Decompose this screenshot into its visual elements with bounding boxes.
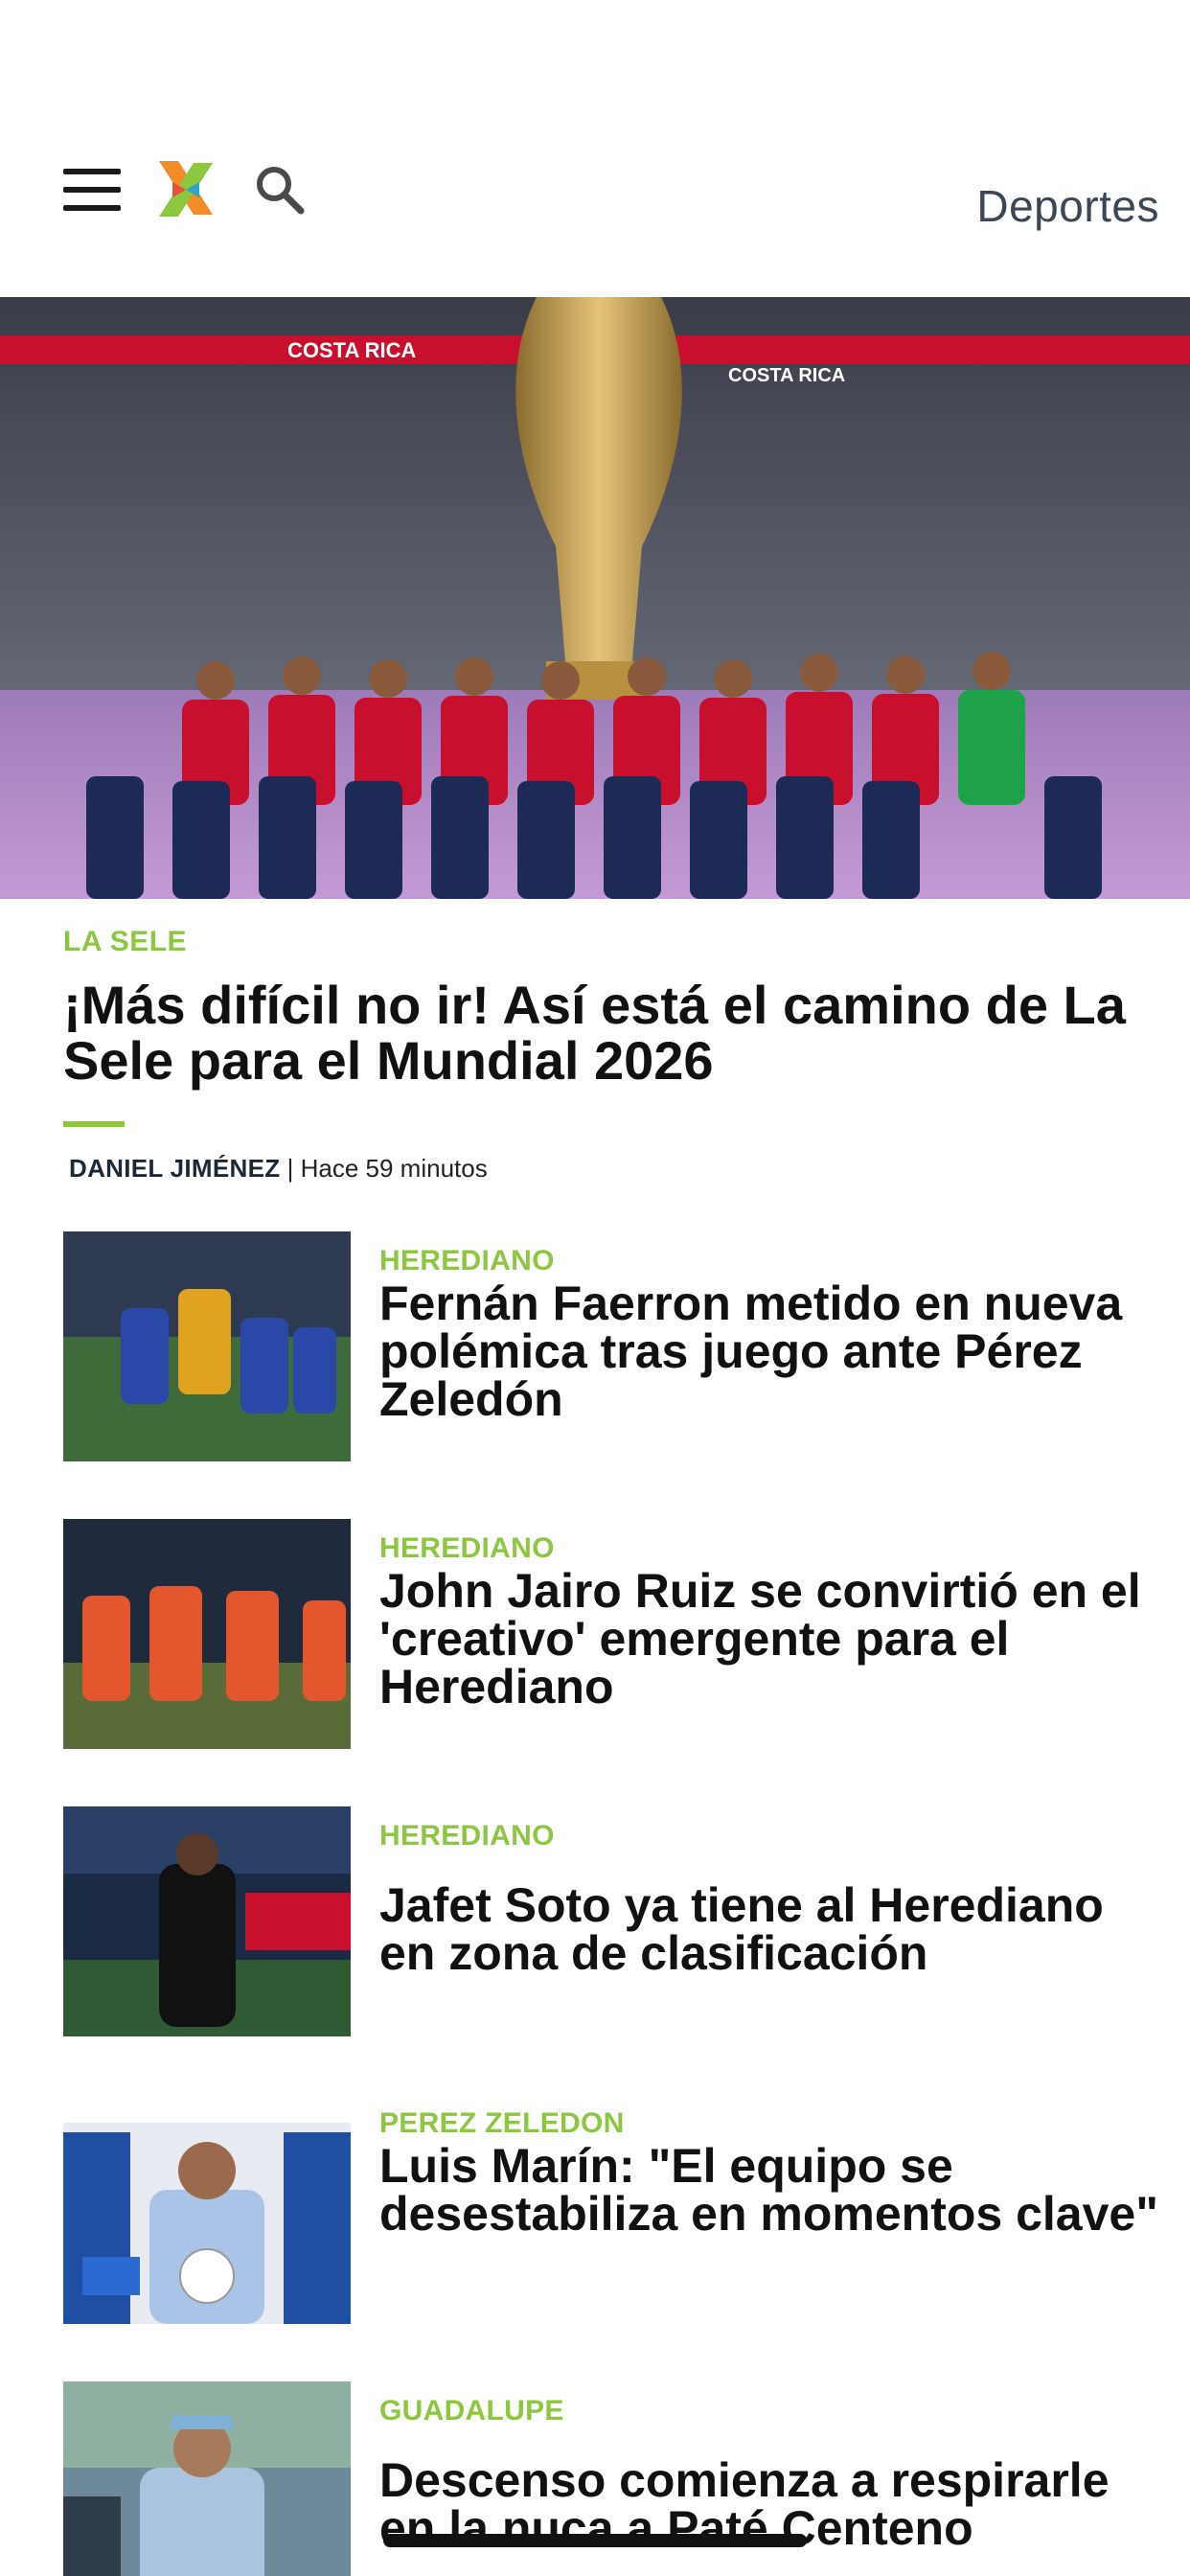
article-category-tag[interactable]: HEREDIANO	[379, 1245, 555, 1277]
article-item[interactable]: HEREDIANO Jafet Soto ya tiene al Heredia…	[63, 1806, 1156, 2036]
article-thumbnail[interactable]	[63, 1231, 351, 1461]
article-thumbnail[interactable]	[63, 2381, 351, 2576]
section-title: Deportes	[976, 181, 1159, 231]
banner-text: COSTA RICA	[287, 338, 417, 362]
publish-time: | Hace 59 minutos	[280, 1154, 488, 1183]
article-headline[interactable]: Fernán Faerron metido en nueva polémica …	[379, 1279, 1165, 1423]
article-item[interactable]: HEREDIANO John Jairo Ruiz se convirtió e…	[63, 1519, 1156, 1749]
search-icon[interactable]	[251, 161, 309, 218]
home-indicator[interactable]	[383, 2534, 807, 2547]
hero-byline: DANIEL JIMÉNEZ | Hace 59 minutos	[69, 1154, 488, 1184]
page: Deportes COSTA RICA COSTA RICA LA SELE ¡…	[0, 0, 1190, 2576]
hero-headline[interactable]: ¡Más difícil no ir! Así está el camino d…	[63, 978, 1146, 1089]
article-thumbnail[interactable]	[63, 1519, 351, 1749]
hero-divider	[63, 1121, 125, 1127]
article-thumbnail[interactable]	[63, 1806, 351, 2036]
article-headline[interactable]: John Jairo Ruiz se convirtió en el 'crea…	[379, 1567, 1165, 1711]
hero-image[interactable]: COSTA RICA COSTA RICA	[0, 297, 1190, 899]
hero-category-tag[interactable]: LA SELE	[63, 926, 187, 958]
article-headline[interactable]: Jafet Soto ya tiene al Herediano en zona…	[379, 1881, 1165, 1977]
article-category-tag[interactable]: GUADALUPE	[379, 2395, 564, 2427]
site-logo[interactable]	[149, 153, 222, 226]
article-item[interactable]: HEREDIANO Fernán Faerron metido en nueva…	[63, 1231, 1156, 1461]
article-headline[interactable]: Luis Marín: "El equipo se desestabiliza …	[379, 2142, 1165, 2238]
author-name[interactable]: DANIEL JIMÉNEZ	[69, 1154, 280, 1183]
hamburger-menu-icon[interactable]	[63, 169, 121, 211]
article-item[interactable]: PEREZ ZELEDON Luis Marín: "El equipo se …	[63, 2094, 1158, 2324]
svg-text:COSTA RICA: COSTA RICA	[728, 365, 845, 386]
article-category-tag[interactable]: HEREDIANO	[379, 1532, 555, 1565]
article-category-tag[interactable]: HEREDIANO	[379, 1820, 555, 1852]
article-thumbnail[interactable]	[63, 2094, 351, 2324]
article-category-tag[interactable]: PEREZ ZELEDON	[379, 2107, 625, 2140]
app-header: Deportes	[0, 0, 1190, 297]
